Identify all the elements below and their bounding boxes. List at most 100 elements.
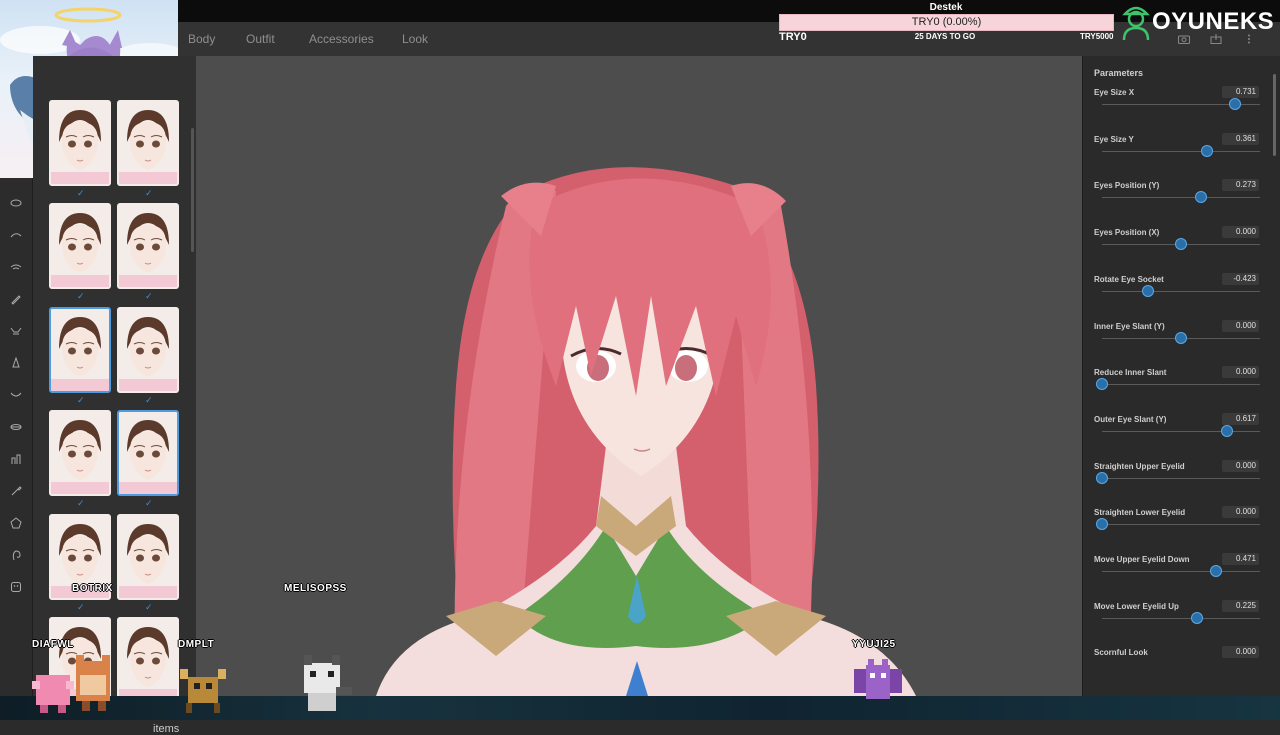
- parameter-label: Outer Eye Slant (Y): [1094, 414, 1167, 424]
- check-icon: ✓: [145, 395, 153, 405]
- slider-handle[interactable]: [1175, 331, 1187, 344]
- slider-handle[interactable]: [1229, 98, 1242, 110]
- slider-handle[interactable]: [1201, 144, 1214, 157]
- slider-handle[interactable]: [1142, 284, 1155, 297]
- parameter-value-field[interactable]: 0.000: [1222, 226, 1259, 239]
- parameter-row: Reduce Inner Slant 0.000: [1083, 366, 1280, 408]
- nose-icon[interactable]: [10, 357, 22, 369]
- 3d-viewport[interactable]: [196, 56, 1082, 696]
- more-icon[interactable]: [1243, 34, 1255, 44]
- tab-outfit[interactable]: Outfit: [246, 32, 275, 46]
- chat-user-name: MELISOPSS: [284, 583, 347, 594]
- face-preset-thumbnail[interactable]: [49, 307, 111, 393]
- mouth-icon[interactable]: [10, 389, 22, 401]
- chat-user-name: DMPLT: [178, 639, 215, 650]
- slider-track[interactable]: [1102, 617, 1260, 619]
- lips-icon[interactable]: [10, 421, 22, 433]
- parameter-label: Reduce Inner Slant: [1094, 368, 1167, 378]
- parameter-value-field[interactable]: 0.471: [1222, 553, 1259, 565]
- parameter-value-field[interactable]: 0.000: [1222, 646, 1259, 659]
- parameter-value-field[interactable]: 0.000: [1222, 506, 1259, 519]
- pixel-crab-sprite: [180, 669, 226, 713]
- parameter-value-field[interactable]: 0.617: [1222, 412, 1259, 425]
- donation-current: TRY0: [779, 31, 807, 43]
- preset-scrollbar[interactable]: [191, 128, 194, 252]
- parameter-label: Scornful Look: [1094, 648, 1148, 658]
- lash-spread-icon[interactable]: [10, 325, 22, 337]
- donation-goal: TRY5000: [1080, 32, 1114, 41]
- face-preset-thumbnail[interactable]: [49, 100, 111, 186]
- parameter-label: Inner Eye Slant (Y): [1094, 321, 1165, 331]
- parameter-value-field[interactable]: 0.225: [1222, 599, 1259, 612]
- parameter-value-field[interactable]: 0.273: [1222, 179, 1259, 192]
- check-icon: ✓: [145, 498, 153, 508]
- feature-toolbar: [0, 178, 33, 698]
- parameter-row: Eyes Position (X) 0.000: [1083, 226, 1280, 268]
- slider-handle[interactable]: [1096, 471, 1108, 484]
- ear-icon[interactable]: [10, 549, 22, 561]
- slider-track[interactable]: [1102, 430, 1260, 432]
- parameter-value-field[interactable]: 0.731: [1222, 86, 1259, 98]
- parameter-label: Straighten Lower Eyelid: [1094, 508, 1186, 518]
- face-preset-thumbnail[interactable]: [117, 100, 179, 186]
- slider-track[interactable]: [1102, 197, 1260, 199]
- camera-icon[interactable]: [1178, 34, 1190, 44]
- teeth-icon[interactable]: [10, 453, 22, 465]
- eyebrow-icon[interactable]: [10, 229, 22, 241]
- slider-handle[interactable]: [1194, 191, 1207, 204]
- parameters-scrollbar[interactable]: [1273, 74, 1276, 156]
- parameter-value-field[interactable]: -0.423: [1222, 272, 1259, 285]
- slider-track[interactable]: [1102, 477, 1260, 479]
- slider-track[interactable]: [1102, 290, 1260, 292]
- parameters-title: Parameters: [1094, 68, 1144, 78]
- face-preset-thumbnail[interactable]: [117, 514, 179, 600]
- parameter-label: Move Lower Eyelid Up: [1094, 601, 1179, 611]
- parameter-value-field[interactable]: 0.000: [1222, 459, 1259, 472]
- tab-look[interactable]: Look: [402, 32, 428, 46]
- parameter-label: Eyes Position (X): [1094, 228, 1160, 238]
- parameter-row: Scornful Look 0.000: [1083, 646, 1280, 688]
- face-shape-icon[interactable]: [10, 517, 22, 529]
- donation-progress-bar: TRY0 (0.00%): [779, 14, 1114, 31]
- face-icon[interactable]: [10, 581, 22, 593]
- brush-icon[interactable]: [10, 485, 22, 497]
- face-preset-thumbnail[interactable]: [117, 617, 179, 703]
- slider-handle[interactable]: [1096, 378, 1108, 391]
- parameter-value-field[interactable]: 0.000: [1222, 366, 1259, 379]
- slider-handle[interactable]: [1096, 518, 1108, 531]
- slider-handle[interactable]: [1191, 611, 1204, 624]
- face-preset-thumbnail[interactable]: [117, 307, 179, 393]
- tab-body[interactable]: Body: [188, 32, 215, 46]
- donation-days-left: 25 DAYS TO GO: [914, 32, 976, 41]
- pixel-cat-sprite: [304, 655, 352, 711]
- parameter-row: Move Lower Eyelid Up 0.225: [1083, 599, 1280, 642]
- share-icon[interactable]: [1210, 34, 1222, 44]
- parameter-row: Outer Eye Slant (Y) 0.617: [1083, 412, 1280, 455]
- chat-user-name: DIAFWL: [32, 639, 74, 650]
- slider-handle[interactable]: [1209, 565, 1222, 577]
- parameter-value-field[interactable]: 0.000: [1222, 319, 1259, 332]
- pen-icon[interactable]: [10, 293, 22, 305]
- slider-track[interactable]: [1102, 571, 1260, 572]
- check-icon: ✓: [77, 291, 85, 301]
- eyelash-icon[interactable]: [10, 261, 22, 273]
- eye-shape-icon[interactable]: [10, 197, 22, 209]
- slider-track[interactable]: [1102, 524, 1260, 526]
- face-preset-thumbnail[interactable]: [117, 203, 179, 289]
- face-preset-thumbnail[interactable]: [117, 410, 179, 496]
- slider-track[interactable]: [1102, 150, 1260, 152]
- controller-guy-icon: [1122, 6, 1150, 41]
- face-preset-thumbnail[interactable]: [49, 203, 111, 289]
- check-icon: ✓: [77, 602, 85, 612]
- parameter-row: Inner Eye Slant (Y) 0.000: [1083, 319, 1280, 362]
- parameter-value-field[interactable]: 0.361: [1222, 132, 1259, 145]
- tab-accessories[interactable]: Accessories: [309, 32, 374, 46]
- parameter-label: Move Upper Eyelid Down: [1094, 555, 1190, 564]
- slider-handle[interactable]: [1175, 238, 1187, 251]
- face-preset-thumbnail[interactable]: [49, 410, 111, 496]
- slider-handle[interactable]: [1220, 424, 1233, 437]
- check-icon: ✓: [145, 188, 153, 198]
- slider-track[interactable]: [1102, 384, 1260, 386]
- donation-title: Destek: [929, 2, 963, 13]
- check-icon: ✓: [145, 291, 153, 301]
